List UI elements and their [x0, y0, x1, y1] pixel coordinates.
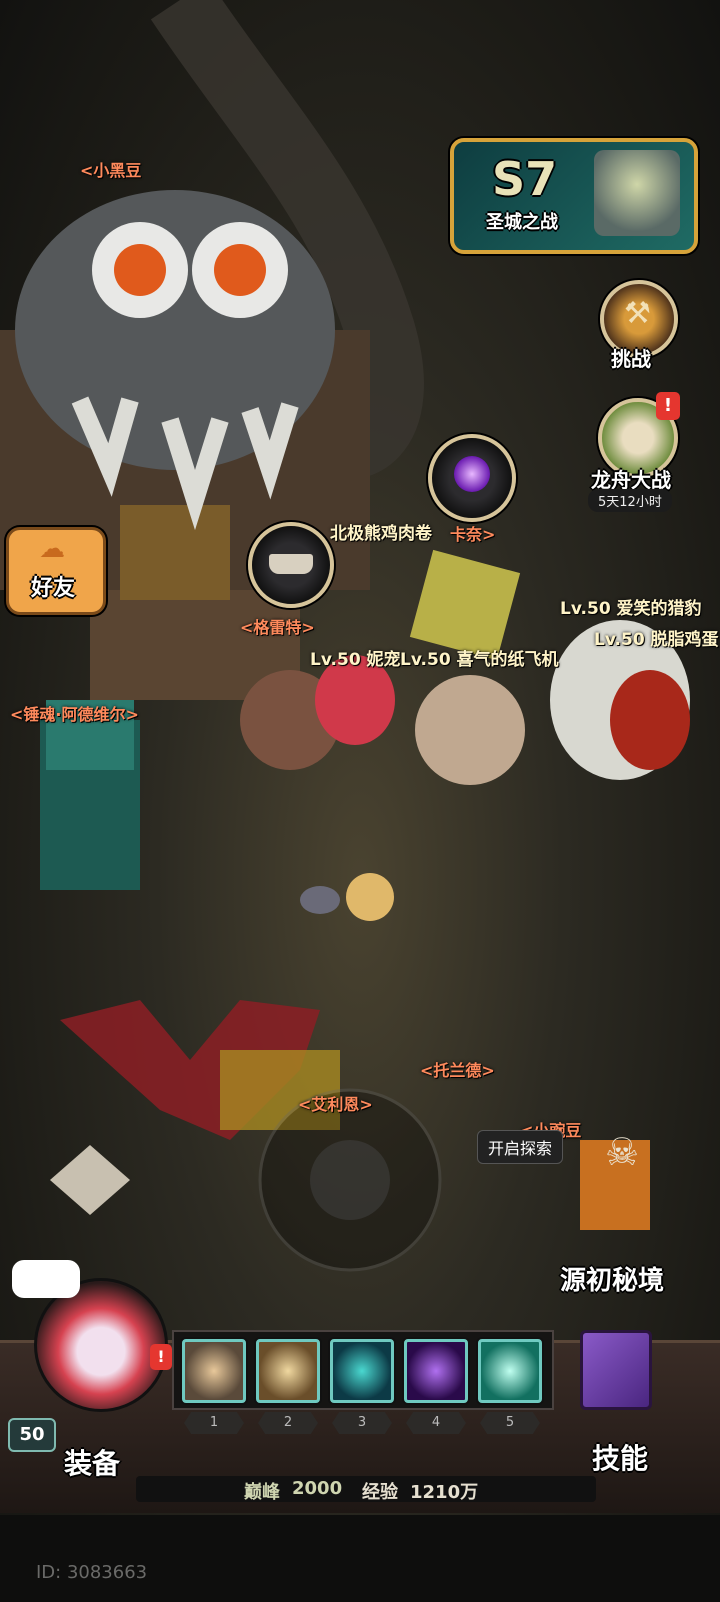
- player-level-badge: 50: [8, 1418, 56, 1452]
- friends-button[interactable]: ☁ 好友: [6, 527, 106, 615]
- challenge-label: 挑战: [611, 347, 651, 371]
- npc-label-tuolande: <托兰德>: [420, 1061, 495, 1080]
- skills-label[interactable]: 技能: [592, 1437, 648, 1477]
- friends-label: 好友: [31, 576, 76, 601]
- cloud-icon: ☁: [39, 534, 65, 564]
- joystick[interactable]: [260, 1090, 440, 1270]
- skill-slot-number-5: 5: [480, 1412, 540, 1434]
- origin-realm-label: 源初秘境: [560, 1266, 665, 1296]
- anvil-shop-button[interactable]: [248, 522, 334, 608]
- skill-slot-number-4: 4: [406, 1412, 466, 1434]
- anvil-icon: [269, 554, 313, 574]
- minimap-icon[interactable]: [50, 1145, 130, 1215]
- skill-slot-4[interactable]: [404, 1339, 468, 1403]
- skill-slot-2[interactable]: [256, 1339, 320, 1403]
- skill-slot-number-1: 1: [184, 1412, 244, 1434]
- player-id: ID: 3083663: [36, 1562, 148, 1583]
- exp-label: 经验: [362, 1482, 398, 1503]
- npc-label-xiaoheidou: <小黑豆: [80, 161, 142, 180]
- season-badge: S7: [492, 152, 558, 206]
- item-label-bear-roll: 北极熊鸡肉卷: [330, 524, 432, 544]
- emoji-speech-bubble-icon[interactable]: 😺: [12, 1260, 80, 1298]
- equipment-label[interactable]: 装备: [64, 1442, 120, 1482]
- player-label-3: Lv.50 爱笑的猎豹: [560, 599, 702, 619]
- season-banner[interactable]: S7 圣城之战: [450, 138, 698, 254]
- peak-label: 巅峰: [244, 1482, 280, 1503]
- season-portrait: [594, 150, 680, 236]
- exp-value: 1210万: [410, 1482, 479, 1503]
- skill-slot-number-2: 2: [258, 1412, 318, 1434]
- skill-slot-1[interactable]: [182, 1339, 246, 1403]
- dragon-boat-timer: 5天12小时: [588, 489, 672, 512]
- magic-orb-shop-button[interactable]: [428, 434, 516, 522]
- orb-icon: [454, 456, 490, 492]
- alert-badge-icon: !: [656, 392, 680, 420]
- skill-slot-3[interactable]: [330, 1339, 394, 1403]
- npc-label-geleite: <格雷特>: [240, 618, 315, 637]
- explore-button[interactable]: 开启探索: [477, 1130, 564, 1164]
- skull-icon: ☠: [605, 1130, 640, 1174]
- footer-bar: [0, 1515, 720, 1602]
- player-label-2: Lv.50 喜气的纸飞机: [400, 650, 559, 670]
- player-label-4: Lv.50 脱脂鸡蛋: [594, 630, 719, 650]
- npc-label-chuihun: <锤魂·阿德维尔>: [10, 705, 139, 724]
- book-icon: [580, 1330, 652, 1410]
- skill-book-button[interactable]: [568, 1320, 660, 1412]
- skill-slot-number-3: 3: [332, 1412, 392, 1434]
- game-world[interactable]: S7 圣城之战 ⚒ 挑战 ! 龙舟大战 5天12小时 ☁ 好友 <小黑豆 北极熊…: [0, 0, 720, 1602]
- equipment-alert-icon: !: [150, 1344, 172, 1370]
- season-title: 圣城之战: [486, 212, 558, 233]
- skill-slot-5[interactable]: [478, 1339, 542, 1403]
- player-label-1: Lv.50 妮宠: [310, 650, 401, 670]
- hammer-icon: ⚒: [624, 296, 651, 331]
- peak-value: 2000: [292, 1478, 343, 1499]
- origin-realm-button[interactable]: ☠: [570, 1100, 680, 1230]
- avatar[interactable]: [34, 1278, 168, 1412]
- npc-label-kanai: 卡奈>: [450, 525, 496, 544]
